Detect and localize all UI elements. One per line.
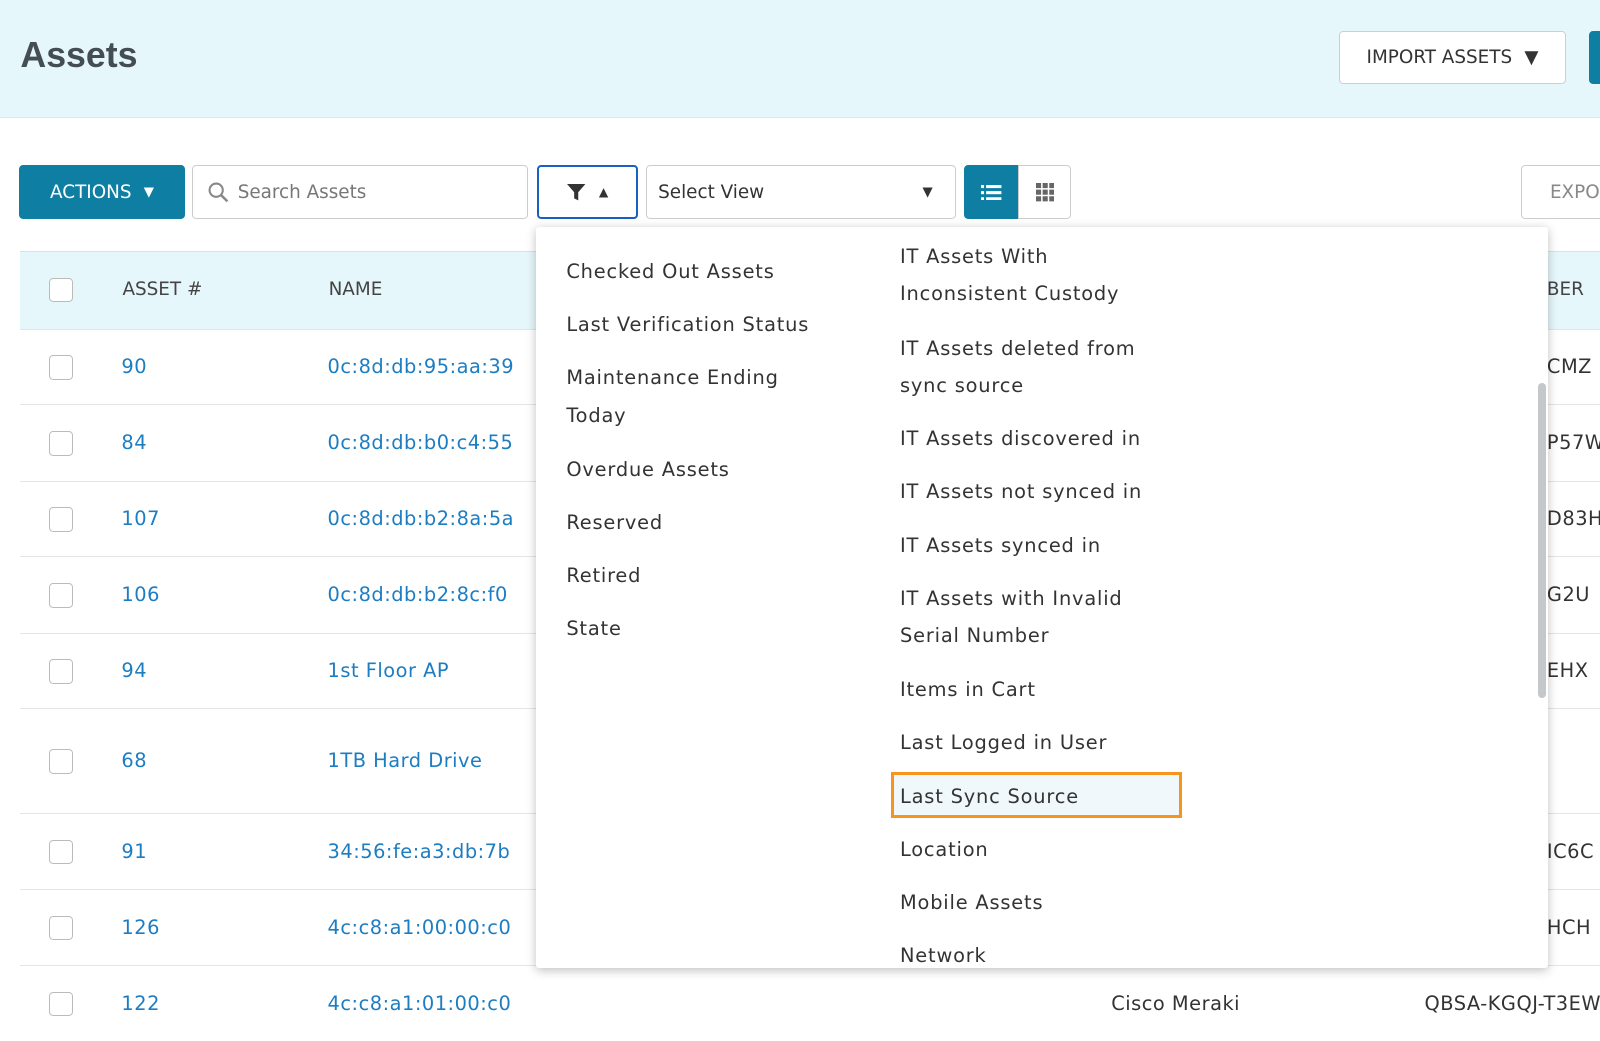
actions-button[interactable]: ACTIONS ▼ — [19, 165, 185, 220]
import-assets-button[interactable]: IMPORT ASSETS ▼ — [1338, 30, 1567, 84]
asset-name-link[interactable]: 0c:8d:db:b0:c4:55 — [328, 431, 514, 454]
caret-down-icon: ▼ — [1524, 46, 1539, 68]
header-primary-button[interactable] — [1588, 30, 1600, 84]
serial-number-cell: IC6C — [1546, 839, 1595, 863]
asset-name-link[interactable]: 4c:c8:a1:01:00:c0 — [328, 992, 512, 1015]
serial-number-cell: CMZ — [1546, 355, 1592, 379]
export-button[interactable]: EXPO — [1521, 165, 1600, 220]
filter-menu-item[interactable]: State — [566, 610, 621, 648]
row-checkbox[interactable] — [48, 355, 74, 380]
row-checkbox[interactable] — [48, 583, 74, 608]
grid-view-button[interactable] — [1018, 165, 1072, 220]
column-serial-number[interactable]: BER — [1547, 279, 1584, 300]
asset-number-link[interactable]: 91 — [121, 840, 147, 863]
row-checkbox[interactable] — [48, 659, 74, 684]
filter-icon — [567, 184, 586, 201]
asset-number-link[interactable]: 126 — [121, 916, 160, 939]
asset-name-link[interactable]: 1st Floor AP — [328, 659, 450, 682]
asset-number-link[interactable]: 68 — [121, 749, 147, 772]
page-title: Assets — [20, 34, 138, 75]
caret-down-icon: ▼ — [922, 184, 933, 200]
row-checkbox[interactable] — [48, 839, 74, 865]
filter-menu-item[interactable]: Maintenance Ending Today — [566, 359, 778, 435]
manufacturer-cell: Cisco Meraki — [1111, 991, 1241, 1015]
filter-menu-item[interactable]: Last Sync Source — [900, 778, 1079, 816]
filter-menu-item[interactable]: IT Assets deleted from sync source — [900, 330, 1135, 406]
asset-name-link[interactable]: 34:56:fe:a3:db:7b — [328, 840, 511, 863]
asset-number-link[interactable]: 106 — [121, 583, 160, 606]
filter-menu-item[interactable]: IT Assets with Invalid Serial Number — [900, 580, 1123, 656]
select-all-checkbox[interactable] — [48, 277, 74, 302]
filter-menu-item[interactable]: Last Verification Status — [566, 306, 809, 344]
filter-menu-item[interactable]: IT Assets synced in — [900, 527, 1101, 565]
search-input[interactable]: Search Assets — [191, 165, 528, 220]
actions-label: ACTIONS — [50, 181, 132, 203]
filter-menu-item[interactable]: Retired — [566, 557, 641, 595]
caret-down-icon: ▼ — [143, 184, 154, 200]
filter-menu-item[interactable]: Reserved — [566, 504, 663, 542]
filter-menu-item[interactable]: IT Assets discovered in — [900, 420, 1141, 458]
select-view-value: Select View — [658, 181, 765, 203]
list-view-button[interactable] — [964, 165, 1019, 220]
row-checkbox[interactable] — [48, 507, 74, 532]
asset-name-link[interactable]: 1TB Hard Drive — [328, 749, 483, 772]
serial-number-cell: QBSA-KGQJ-T3EW — [1424, 991, 1600, 1015]
dropdown-scrollbar[interactable] — [1537, 382, 1546, 698]
asset-number-link[interactable]: 94 — [121, 659, 147, 682]
search-placeholder: Search Assets — [237, 181, 367, 203]
serial-number-cell: G2U — [1546, 583, 1590, 607]
filter-menu-item[interactable]: Mobile Assets — [900, 884, 1043, 922]
filter-menu-item[interactable]: Checked Out Assets — [566, 253, 774, 291]
serial-number-cell: D83H — [1546, 507, 1600, 531]
asset-name-link[interactable]: 0c:8d:db:b2:8a:5a — [328, 507, 515, 530]
row-checkbox[interactable] — [48, 749, 74, 774]
asset-name-link[interactable]: 4c:c8:a1:00:00:c0 — [328, 916, 512, 939]
filter-menu-item[interactable]: IT Assets not synced in — [900, 473, 1142, 511]
grid-icon — [1035, 183, 1055, 202]
select-view-dropdown[interactable]: Select View ▼ — [645, 165, 957, 220]
asset-number-link[interactable]: 107 — [121, 507, 160, 530]
list-icon — [981, 185, 1002, 201]
row-checkbox[interactable] — [48, 915, 74, 941]
serial-number-cell: HCH — [1546, 915, 1592, 939]
search-icon — [208, 182, 229, 203]
serial-number-cell: EHX — [1546, 659, 1589, 683]
filter-menu-item[interactable]: Items in Cart — [900, 671, 1036, 709]
column-asset-number[interactable]: ASSET # — [122, 279, 202, 300]
filter-dropdown-menu: Checked Out Assets Last Verification Stat… — [535, 226, 1548, 969]
filter-menu-item[interactable]: IT Assets With Inconsistent Custody — [900, 238, 1119, 314]
filter-menu-item[interactable]: Network — [900, 937, 987, 969]
column-name[interactable]: NAME — [329, 279, 383, 300]
filter-menu-item[interactable]: Last Logged in User — [900, 724, 1107, 762]
import-label: IMPORT ASSETS — [1366, 46, 1513, 68]
asset-number-link[interactable]: 90 — [121, 355, 147, 378]
serial-number-cell: P57W — [1546, 431, 1600, 455]
filter-menu-item[interactable]: Overdue Assets — [566, 451, 729, 489]
asset-number-link[interactable]: 122 — [121, 992, 160, 1015]
asset-name-link[interactable]: 0c:8d:db:b2:8c:f0 — [328, 583, 508, 606]
table-row[interactable]: 122 4c:c8:a1:01:00:c0 Cisco Meraki QBSA-… — [20, 965, 1600, 1041]
asset-number-link[interactable]: 84 — [121, 431, 147, 454]
filter-menu-item[interactable]: Location — [900, 831, 988, 869]
filter-button[interactable]: ▲ — [536, 165, 638, 220]
row-checkbox[interactable] — [48, 991, 74, 1017]
row-checkbox[interactable] — [48, 431, 74, 456]
asset-name-link[interactable]: 0c:8d:db:95:aa:39 — [328, 355, 515, 378]
caret-up-icon: ▲ — [598, 185, 609, 200]
